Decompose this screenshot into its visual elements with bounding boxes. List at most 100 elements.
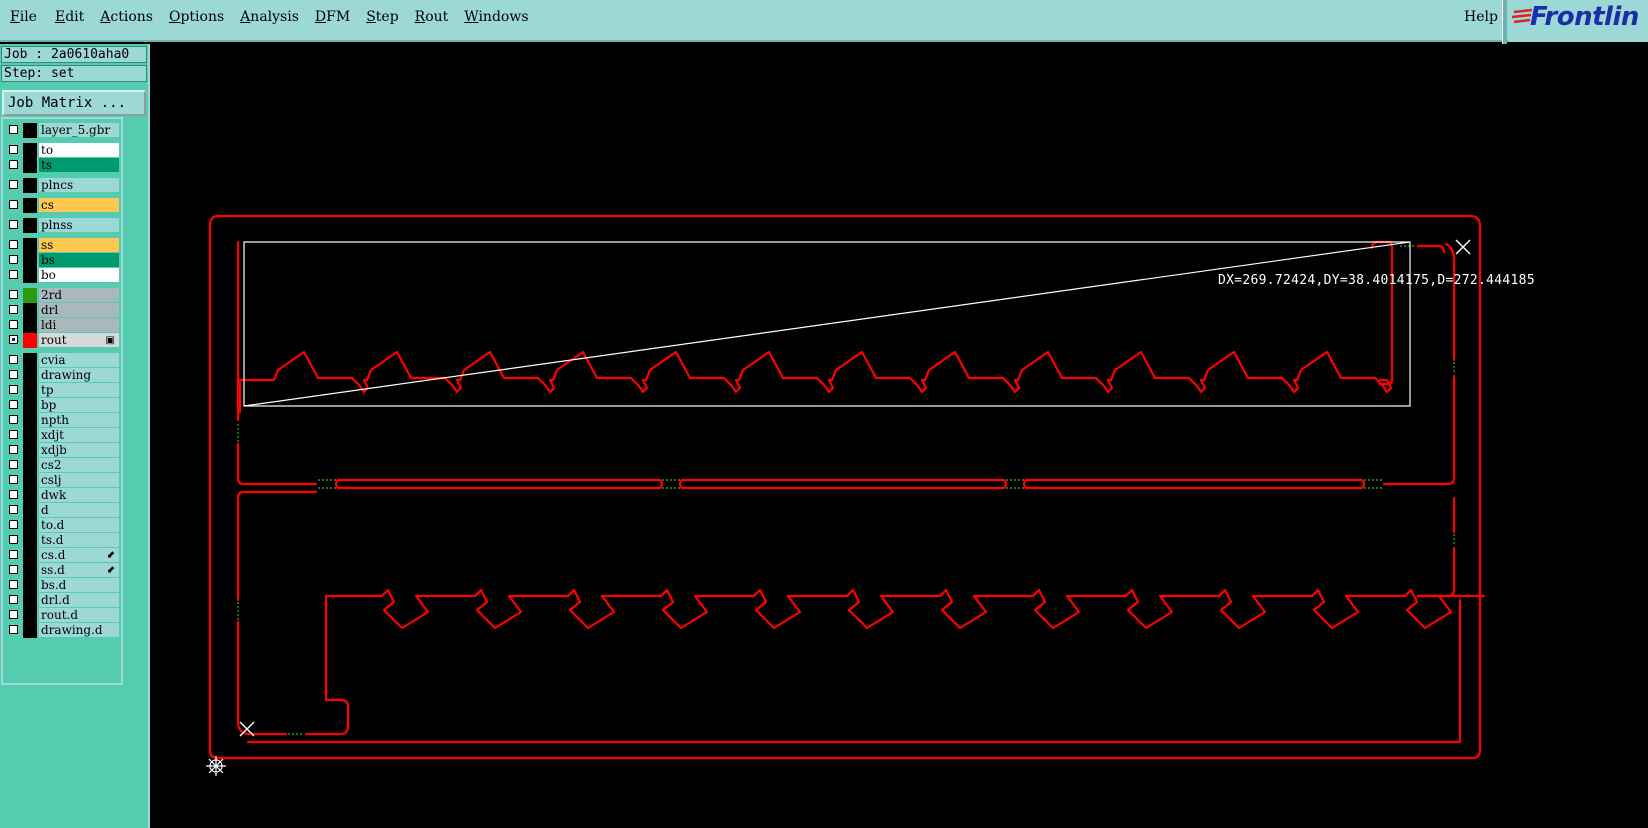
layer-name[interactable]: ss.d ⬋ bbox=[39, 563, 119, 577]
menu-options[interactable]: Options bbox=[161, 0, 232, 34]
layer-name[interactable]: ts.d bbox=[39, 533, 119, 547]
layer-name[interactable]: ts bbox=[39, 158, 119, 172]
layer-row-rout-d[interactable]: rout.d bbox=[5, 608, 121, 623]
layer-color-swatch[interactable] bbox=[23, 143, 37, 158]
layer-row-plncs[interactable]: plncs bbox=[5, 178, 121, 193]
layer-checkbox[interactable] bbox=[9, 355, 18, 364]
layer-checkbox[interactable] bbox=[9, 370, 18, 379]
layer-color-swatch[interactable] bbox=[23, 303, 37, 318]
layer-name[interactable]: bs bbox=[39, 253, 119, 267]
layer-row-drl[interactable]: drl bbox=[5, 303, 121, 318]
layer-name[interactable]: bo bbox=[39, 268, 119, 282]
layer-color-swatch[interactable] bbox=[23, 268, 37, 283]
layer-row-layer-5-gbr[interactable]: layer_5.gbr bbox=[5, 123, 121, 138]
menu-step[interactable]: Step bbox=[358, 0, 406, 34]
layer-name[interactable]: xdjt bbox=[39, 428, 119, 442]
layer-name[interactable]: drl bbox=[39, 303, 119, 317]
layer-checkbox[interactable] bbox=[9, 430, 18, 439]
layer-checkbox[interactable] bbox=[9, 520, 18, 529]
layer-row-cs[interactable]: cs bbox=[5, 198, 121, 213]
layer-checkbox[interactable] bbox=[9, 240, 18, 249]
layer-color-swatch[interactable] bbox=[23, 123, 37, 138]
layer-name[interactable]: ldi bbox=[39, 318, 119, 332]
layer-name[interactable]: cvia bbox=[39, 353, 119, 367]
layer-name[interactable]: rout.d bbox=[39, 608, 119, 622]
layer-row-plnss[interactable]: plnss bbox=[5, 218, 121, 233]
menu-rout[interactable]: Rout bbox=[407, 0, 457, 34]
layer-color-swatch[interactable] bbox=[23, 548, 37, 563]
layer-checkbox[interactable] bbox=[9, 610, 18, 619]
layer-name[interactable]: plncs bbox=[39, 178, 119, 192]
layer-checkbox[interactable] bbox=[9, 535, 18, 544]
layer-color-swatch[interactable] bbox=[23, 533, 37, 548]
layer-name[interactable]: tp bbox=[39, 383, 119, 397]
menu-actions[interactable]: Actions bbox=[92, 0, 161, 34]
layer-checkbox[interactable] bbox=[9, 625, 18, 634]
layer-name[interactable]: drawing.d bbox=[39, 623, 119, 637]
layer-row-bs-d[interactable]: bs.d bbox=[5, 578, 121, 593]
layer-name[interactable]: 2rd bbox=[39, 288, 119, 302]
layer-checkbox[interactable] bbox=[9, 220, 18, 229]
layer-color-swatch[interactable] bbox=[23, 218, 37, 233]
layer-name[interactable]: cs2 bbox=[39, 458, 119, 472]
layer-row-ts-d[interactable]: ts.d bbox=[5, 533, 121, 548]
layer-name[interactable]: cs.d ⬋ bbox=[39, 548, 119, 562]
layer-row-dwk[interactable]: dwk bbox=[5, 488, 121, 503]
layer-color-swatch[interactable] bbox=[23, 238, 37, 253]
layer-name[interactable]: bs.d bbox=[39, 578, 119, 592]
layer-name[interactable]: cs bbox=[39, 198, 119, 212]
layer-row-tp[interactable]: tp bbox=[5, 383, 121, 398]
layer-row-xdjt[interactable]: xdjt bbox=[5, 428, 121, 443]
layer-color-swatch[interactable] bbox=[23, 398, 37, 413]
layer-row-d[interactable]: d bbox=[5, 503, 121, 518]
layer-row-rout[interactable]: rout ▣ bbox=[5, 333, 121, 348]
menu-dfm[interactable]: DFM bbox=[307, 0, 358, 34]
layer-checkbox[interactable] bbox=[9, 580, 18, 589]
layer-color-swatch[interactable] bbox=[23, 518, 37, 533]
layer-checkbox[interactable] bbox=[9, 445, 18, 454]
layer-color-swatch[interactable] bbox=[23, 178, 37, 193]
layer-color-swatch[interactable] bbox=[23, 458, 37, 473]
layer-row-ts[interactable]: ts bbox=[5, 158, 121, 173]
layer-checkbox[interactable] bbox=[9, 160, 18, 169]
layer-color-swatch[interactable] bbox=[23, 563, 37, 578]
layer-checkbox[interactable] bbox=[9, 335, 18, 344]
layer-name[interactable]: cslj bbox=[39, 473, 119, 487]
layer-name[interactable]: drl.d bbox=[39, 593, 119, 607]
layer-color-swatch[interactable] bbox=[23, 428, 37, 443]
layer-checkbox[interactable] bbox=[9, 565, 18, 574]
layer-row-drawing[interactable]: drawing bbox=[5, 368, 121, 383]
rout-drawing[interactable] bbox=[150, 44, 1648, 828]
layer-color-swatch[interactable] bbox=[23, 288, 37, 303]
layer-color-swatch[interactable] bbox=[23, 413, 37, 428]
layer-name[interactable]: npth bbox=[39, 413, 119, 427]
layer-row-drl-d[interactable]: drl.d bbox=[5, 593, 121, 608]
layer-name[interactable]: to bbox=[39, 143, 119, 157]
layer-row-cs-d[interactable]: cs.d ⬋ bbox=[5, 548, 121, 563]
layer-row-cslj[interactable]: cslj bbox=[5, 473, 121, 488]
layer-name[interactable]: bp bbox=[39, 398, 119, 412]
layer-checkbox[interactable] bbox=[9, 320, 18, 329]
layer-color-swatch[interactable] bbox=[23, 353, 37, 368]
layer-name[interactable]: rout ▣ bbox=[39, 333, 119, 347]
layer-checkbox[interactable] bbox=[9, 490, 18, 499]
layer-color-swatch[interactable] bbox=[23, 503, 37, 518]
layer-checkbox[interactable] bbox=[9, 460, 18, 469]
menu-windows[interactable]: Windows bbox=[456, 0, 536, 34]
layer-row-2rd[interactable]: 2rd bbox=[5, 288, 121, 303]
layer-name[interactable]: xdjb bbox=[39, 443, 119, 457]
layer-row-cvia[interactable]: cvia bbox=[5, 353, 121, 368]
layer-name[interactable]: to.d bbox=[39, 518, 119, 532]
layer-color-swatch[interactable] bbox=[23, 158, 37, 173]
layer-color-swatch[interactable] bbox=[23, 578, 37, 593]
layer-color-swatch[interactable] bbox=[23, 593, 37, 608]
layer-name[interactable]: plnss bbox=[39, 218, 119, 232]
layer-checkbox[interactable] bbox=[9, 305, 18, 314]
layer-row-ldi[interactable]: ldi bbox=[5, 318, 121, 333]
layer-checkbox[interactable] bbox=[9, 415, 18, 424]
layer-color-swatch[interactable] bbox=[23, 623, 37, 638]
layer-checkbox[interactable] bbox=[9, 505, 18, 514]
layer-color-swatch[interactable] bbox=[23, 318, 37, 333]
menu-analysis[interactable]: Analysis bbox=[232, 0, 307, 34]
layer-row-bo[interactable]: bo bbox=[5, 268, 121, 283]
